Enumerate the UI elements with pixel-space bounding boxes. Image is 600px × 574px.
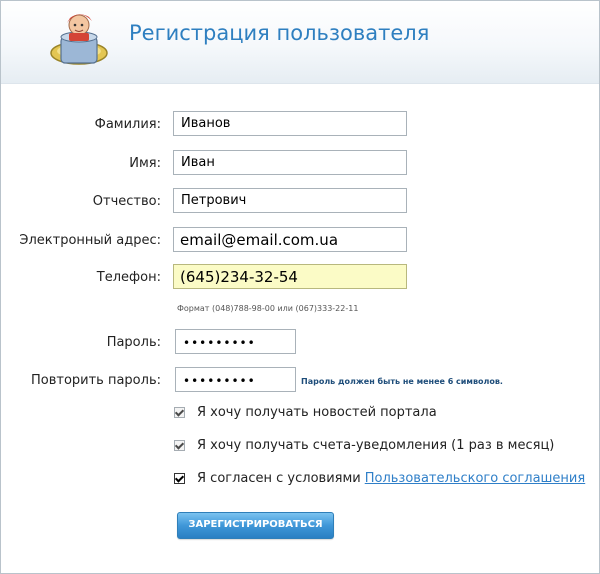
lastname-label: Фамилия:	[94, 117, 161, 132]
phone-label: Телефон:	[96, 270, 161, 285]
invoices-option[interactable]: Я хочу получать счета-уведомления (1 раз…	[174, 438, 554, 453]
terms-option[interactable]: Я согласен с условиями Пользовательского…	[174, 471, 585, 486]
patronymic-label: Отчество:	[92, 194, 161, 209]
email-input[interactable]	[173, 227, 407, 252]
terms-checkbox[interactable]	[174, 473, 185, 484]
patronymic-input[interactable]	[173, 188, 407, 213]
invoices-checkbox[interactable]	[174, 440, 185, 451]
lastname-input[interactable]	[173, 111, 407, 136]
header: Регистрация пользователя	[1, 1, 599, 84]
password-repeat-input[interactable]	[175, 367, 296, 392]
firstname-input[interactable]	[173, 150, 407, 175]
password-label: Пароль:	[106, 335, 161, 350]
firstname-label: Имя:	[129, 156, 161, 171]
register-button[interactable]: ЗАРЕГИСТРИРОВАТЬСЯ	[177, 512, 334, 539]
news-option-label: Я хочу получать новостей портала	[197, 405, 437, 420]
news-checkbox[interactable]	[174, 407, 185, 418]
password-length-hint: Пароль должен быть не менее 6 символов.	[301, 377, 503, 386]
registration-window: Регистрация пользователя Фамилия: Имя: О…	[0, 0, 600, 574]
phone-format-hint: Формат (048)788-98-00 или (067)333-22-11	[177, 304, 359, 313]
phone-input[interactable]	[173, 264, 407, 289]
news-option[interactable]: Я хочу получать новостей портала	[174, 405, 437, 420]
invoices-option-label: Я хочу получать счета-уведомления (1 раз…	[197, 438, 555, 453]
email-label: Электронный адрес:	[19, 233, 161, 248]
page-title: Регистрация пользователя	[129, 21, 430, 45]
terms-option-label: Я согласен с условиями	[197, 471, 361, 486]
password-input[interactable]	[175, 329, 296, 354]
terms-agreement-link[interactable]: Пользовательского соглашения	[365, 471, 585, 486]
user-hat-logo-icon	[50, 14, 108, 65]
password-repeat-label: Повторить пароль:	[30, 373, 161, 388]
